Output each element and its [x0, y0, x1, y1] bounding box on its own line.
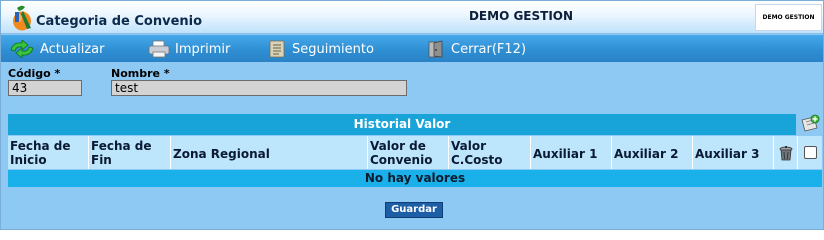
delete-column[interactable] — [774, 136, 798, 169]
company-logo: DEMO GESTION — [755, 4, 822, 31]
add-row-cell[interactable] — [797, 114, 822, 135]
close-button[interactable]: Cerrar(F12) — [426, 39, 526, 59]
print-button[interactable]: Imprimir — [148, 39, 230, 59]
app-logo-icon — [13, 5, 31, 31]
codigo-input[interactable] — [8, 80, 82, 96]
select-all-checkbox[interactable] — [803, 146, 817, 159]
nombre-label: Nombre * — [111, 67, 170, 80]
col-auxiliar-2[interactable]: Auxiliar 2 — [612, 136, 693, 169]
print-label: Imprimir — [175, 41, 231, 57]
printer-icon — [148, 40, 170, 58]
col-fecha-fin[interactable]: Fecha de Fin — [89, 136, 171, 169]
select-all-cell[interactable] — [798, 136, 822, 169]
col-zona-regional[interactable]: Zona Regional — [171, 136, 368, 169]
trash-can-icon[interactable] — [778, 145, 794, 161]
window-title: Categoria de Convenio — [36, 14, 203, 29]
col-valor-ccosto[interactable]: Valor C.Costo — [449, 136, 531, 169]
col-auxiliar-3[interactable]: Auxiliar 3 — [693, 136, 774, 169]
refresh-button[interactable]: Actualizar — [9, 39, 104, 59]
tracking-icon — [269, 40, 285, 58]
grid-title: Historial Valor — [8, 114, 796, 135]
company-name: DEMO GESTION — [468, 9, 574, 23]
close-label: Cerrar(F12) — [451, 41, 527, 57]
empty-message: No hay valores — [8, 170, 822, 187]
codigo-label: Código * — [8, 67, 61, 80]
col-fecha-inicio[interactable]: Fecha de Inicio — [8, 136, 89, 169]
title-bar: Categoria de Convenio DEMO GESTION DEMO … — [1, 1, 823, 34]
refresh-arrows-icon — [10, 40, 34, 58]
grid-header-row: Fecha de Inicio Fecha de Fin Zona Region… — [8, 136, 822, 169]
nombre-input[interactable] — [111, 80, 407, 96]
tracking-button[interactable]: Seguimiento — [267, 39, 374, 59]
toolbar: Actualizar Imprimir Seguimiento Cerrar(F… — [1, 35, 823, 62]
save-button[interactable]: Guardar — [385, 202, 443, 218]
tracking-label: Seguimiento — [292, 41, 374, 57]
refresh-label: Actualizar — [40, 41, 105, 57]
close-door-icon — [428, 40, 443, 58]
add-row-icon[interactable] — [799, 114, 821, 134]
col-valor-convenio[interactable]: Valor de Convenio — [368, 136, 449, 169]
app-window: Categoria de Convenio DEMO GESTION DEMO … — [0, 0, 824, 230]
col-auxiliar-1[interactable]: Auxiliar 1 — [531, 136, 612, 169]
